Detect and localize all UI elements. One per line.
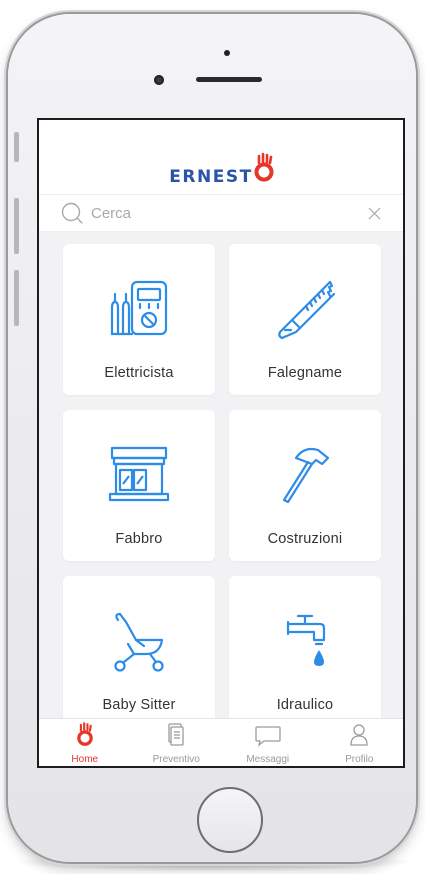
category-label: Falegname [267,365,343,381]
volume-down-button [14,270,19,326]
clear-search-icon[interactable] [368,207,381,220]
tab-label: Preventivo [152,754,200,765]
front-camera [154,75,164,85]
volume-up-button [14,198,19,254]
shutter-window-icon [104,444,174,506]
stroller-icon [104,610,174,672]
bottom-tab-bar: Home Preventivo Messaggi Profilo [39,718,404,766]
search-input[interactable] [91,204,368,222]
tab-label: Profilo [345,754,374,765]
chat-bubble-icon [254,725,282,752]
category-card-elettricista[interactable]: Elettricista [63,244,215,395]
category-label: Elettricista [104,365,174,381]
saw-icon [270,278,340,340]
tab-label: Messaggi [246,754,290,765]
home-button[interactable] [197,787,263,853]
category-card-costruzioni[interactable]: Costruzioni [229,410,381,561]
category-label: Fabbro [115,531,163,547]
tab-messaggi[interactable]: Messaggi [222,719,314,766]
proximity-sensor [224,50,230,56]
category-label: Idraulico [276,697,334,713]
faucet-icon [270,610,340,672]
logo-text: ERNEST [169,166,253,187]
ernesto-hand-logo-icon [253,152,275,187]
category-grid: Elettricista Falegname Fabbro Costruzion… [39,232,403,718]
tab-profilo[interactable]: Profilo [314,719,404,766]
tab-preventivo[interactable]: Preventivo [131,719,223,766]
user-icon [349,723,369,752]
ernesto-hand-icon [76,721,94,752]
hammer-icon [270,444,340,506]
category-card-falegname[interactable]: Falegname [229,244,381,395]
app-header: ERNEST [39,120,403,194]
category-card-idraulico[interactable]: Idraulico [229,576,381,718]
document-icon [167,723,185,752]
app-screen: ERNEST Cerca Elettricista Falegname Fabb… [37,118,405,768]
mute-switch [14,132,19,162]
tab-home[interactable]: Home [39,719,131,766]
multimeter-icon [104,278,174,340]
category-label: Baby Sitter [102,697,176,713]
earpiece-speaker [196,77,262,82]
category-card-baby-sitter[interactable]: Baby Sitter [63,576,215,718]
ernesto-logo: ERNEST [169,152,274,187]
search-icon [61,202,83,224]
tab-label: Home [71,754,99,765]
category-card-fabbro[interactable]: Fabbro [63,410,215,561]
search-bar [39,194,403,232]
category-label: Costruzioni [267,531,343,547]
